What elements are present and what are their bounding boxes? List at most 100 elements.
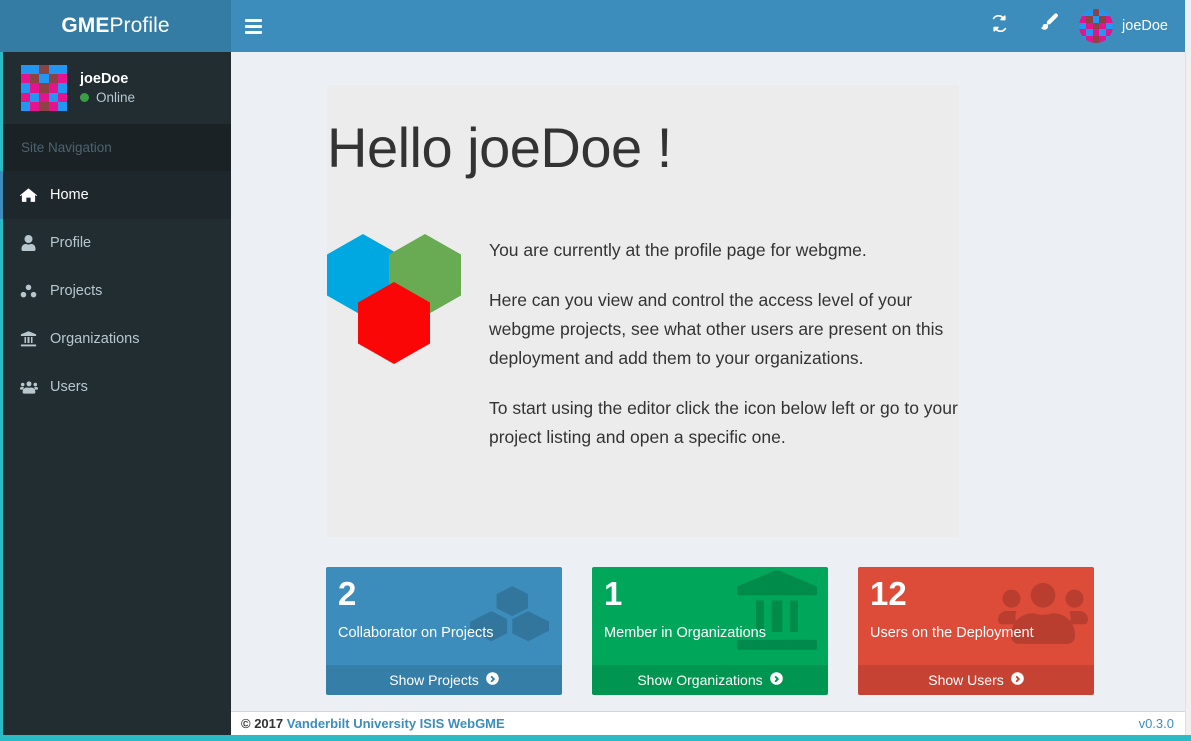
stat-value: 1 — [604, 573, 622, 615]
identicon-cell — [1093, 16, 1100, 23]
refresh-button[interactable] — [975, 0, 1023, 52]
identicon-cell — [39, 65, 48, 74]
content-wrapper: Hello joeDoe ! You are currently at the … — [231, 52, 1185, 718]
stat-box-row: 2 Collaborator on Projects Show Projects… — [326, 567, 1094, 695]
home-icon — [18, 187, 39, 203]
identicon-cell — [21, 93, 30, 102]
sidebar-nav-list: Home Profile Projects Organizations — [3, 171, 231, 411]
identicon-cell — [30, 65, 39, 74]
identicon-cell — [1093, 9, 1100, 16]
stat-box-users[interactable]: 12 Users on the Deployment Show Users — [858, 567, 1094, 695]
intro-paragraph: Here can you view and control the access… — [489, 286, 967, 373]
intro-row: You are currently at the profile page fo… — [327, 234, 967, 452]
identicon-cell — [1099, 9, 1106, 16]
identicon-cell — [58, 93, 67, 102]
identicon-cell — [58, 102, 67, 111]
stat-footer-link[interactable]: Show Organizations — [592, 665, 828, 695]
stat-label: Member in Organizations — [604, 625, 766, 641]
identicon-cell — [58, 65, 67, 74]
stat-box-organizations[interactable]: 1 Member in Organizations Show Organizat… — [592, 567, 828, 695]
hamburger-icon — [245, 16, 262, 37]
identicon-cell — [1106, 16, 1113, 23]
page-root: GMEProfile — [0, 0, 1191, 741]
sidebar-section-header: Site Navigation — [3, 124, 231, 171]
sidebar-item-projects[interactable]: Projects — [0, 267, 231, 315]
identicon-cell — [1099, 16, 1106, 23]
identicon-cell — [1086, 16, 1093, 23]
identicon-cell — [1086, 29, 1093, 36]
sidebar-item-label: Users — [50, 379, 88, 395]
sidebar-toggle-button[interactable] — [231, 0, 275, 52]
stat-footer-link[interactable]: Show Projects — [326, 665, 562, 695]
page-title: Hello joeDoe ! — [327, 115, 672, 180]
sidebar: joeDoe Online Site Navigation Home Profi… — [0, 52, 231, 741]
sidebar-item-profile[interactable]: Profile — [0, 219, 231, 267]
stat-value: 12 — [870, 573, 907, 615]
footer-copyright-year: © 2017 — [241, 716, 283, 731]
stat-label: Users on the Deployment — [870, 625, 1034, 641]
identicon-cell — [49, 74, 58, 83]
users-group-icon — [18, 379, 39, 395]
intro-text: You are currently at the profile page fo… — [489, 234, 967, 452]
identicon-cell — [1079, 9, 1086, 16]
identicon-cell — [1099, 29, 1106, 36]
identicon-cell — [1106, 23, 1113, 30]
identicon-cell — [1079, 29, 1086, 36]
stat-value: 2 — [338, 573, 356, 615]
user-menu[interactable]: joeDoe — [1071, 0, 1185, 52]
stat-footer-label: Show Organizations — [637, 672, 762, 688]
sidebar-user-status: Online — [80, 90, 135, 105]
stat-label: Collaborator on Projects — [338, 625, 494, 641]
theme-brush-button[interactable] — [1023, 0, 1071, 52]
user-icon — [18, 235, 39, 251]
arrow-circle-right-icon — [770, 672, 783, 688]
stat-footer-link[interactable]: Show Users — [858, 665, 1094, 695]
footer-org-link[interactable]: Vanderbilt University ISIS WebGME — [287, 716, 505, 731]
sidebar-user-info: joeDoe Online — [80, 71, 135, 105]
identicon-cell — [49, 83, 58, 92]
logo-text-light: Profile — [109, 14, 169, 38]
vertical-scrollbar[interactable] — [1185, 52, 1191, 735]
identicon-cell — [1093, 29, 1100, 36]
main-footer: © 2017 Vanderbilt University ISIS WebGME… — [231, 711, 1185, 735]
sidebar-user-status-label: Online — [96, 90, 135, 105]
identicon-cell — [1086, 9, 1093, 16]
app-logo[interactable]: GMEProfile — [0, 0, 231, 52]
identicon-cell — [1086, 36, 1093, 43]
identicon-cell — [39, 93, 48, 102]
footer-copyright: © 2017 Vanderbilt University ISIS WebGME — [241, 716, 505, 731]
paintbrush-icon — [1036, 13, 1058, 40]
identicon-cell — [1086, 23, 1093, 30]
sidebar-item-label: Profile — [50, 235, 91, 251]
intro-paragraph: You are currently at the profile page fo… — [489, 236, 967, 265]
sidebar-item-users[interactable]: Users — [0, 363, 231, 411]
user-avatar — [1079, 9, 1113, 43]
navbar-right-group: joeDoe — [975, 0, 1185, 52]
stat-footer-label: Show Projects — [389, 672, 478, 688]
arrow-circle-right-icon — [1011, 672, 1024, 688]
sidebar-item-organizations[interactable]: Organizations — [0, 315, 231, 363]
main-header: GMEProfile — [0, 0, 1185, 52]
arrow-circle-right-icon — [486, 672, 499, 688]
identicon-cell — [1106, 29, 1113, 36]
identicon-cell — [30, 83, 39, 92]
identicon-cell — [1099, 36, 1106, 43]
identicon-cell — [39, 102, 48, 111]
sitemap-icon — [18, 283, 39, 299]
identicon-cell — [1079, 36, 1086, 43]
sidebar-item-label: Organizations — [50, 331, 139, 347]
sidebar-item-home[interactable]: Home — [0, 171, 231, 219]
identicon-cell — [49, 93, 58, 102]
stat-box-projects[interactable]: 2 Collaborator on Projects Show Projects — [326, 567, 562, 695]
logo-text-bold: GME — [61, 14, 109, 38]
intro-paragraph: To start using the editor click the icon… — [489, 394, 967, 452]
refresh-icon — [991, 15, 1008, 37]
bottom-accent-strip — [0, 735, 1191, 741]
identicon-cell — [1079, 23, 1086, 30]
identicon-cell — [39, 74, 48, 83]
sidebar-user-panel[interactable]: joeDoe Online — [3, 52, 231, 124]
identicon-cell — [49, 102, 58, 111]
identicon-cell — [21, 74, 30, 83]
sidebar-item-label: Projects — [50, 283, 102, 299]
sidebar-avatar — [21, 65, 67, 111]
